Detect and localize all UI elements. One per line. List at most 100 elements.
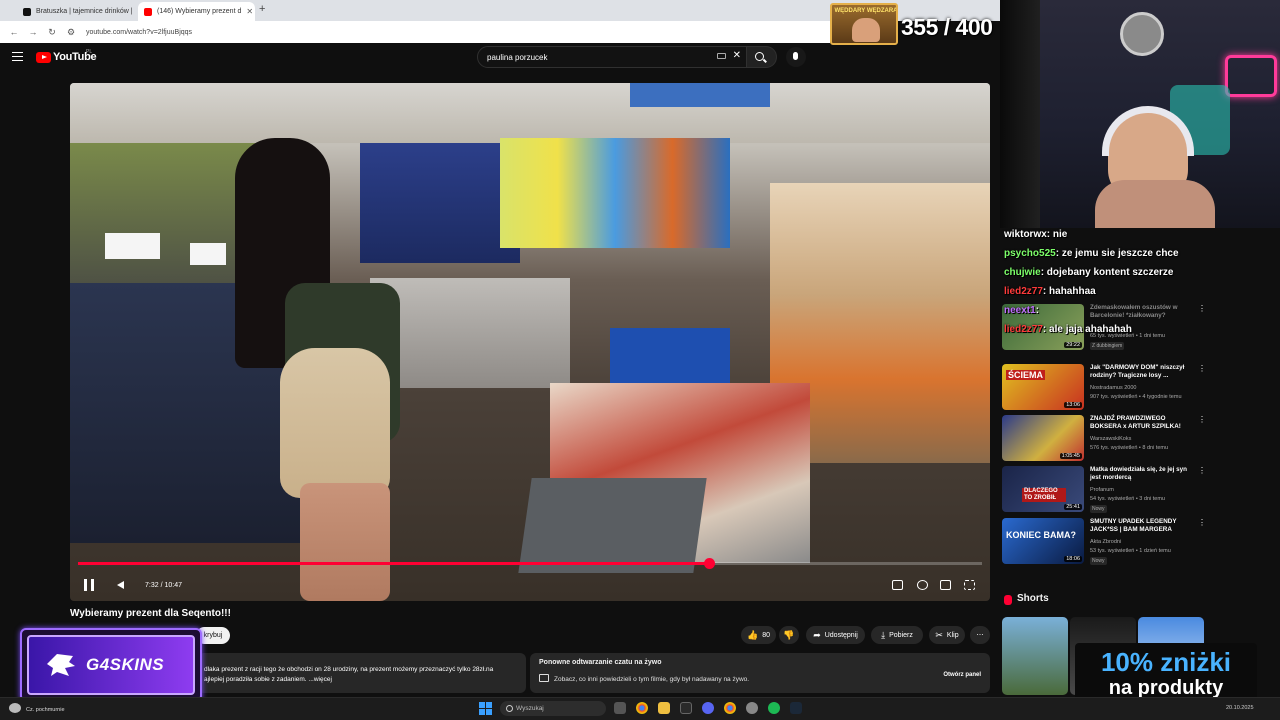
dislike-button[interactable]: 👎: [779, 626, 799, 644]
channel-name[interactable]: Nostradamus 2000: [1090, 385, 1136, 391]
settings-gear-icon[interactable]: [917, 580, 928, 590]
video-thumbnail[interactable]: ŚCIEMA 13:06: [1002, 364, 1084, 410]
video-title[interactable]: ZNAJDŹ PRAWDZIWEGO BOKSERA x ARTUR SZPIL…: [1090, 415, 1192, 431]
chat-username: lied2z77: [1004, 286, 1043, 297]
reload-icon[interactable]: ↻: [47, 27, 57, 38]
new-badge: Nowy: [1090, 505, 1107, 513]
search-input[interactable]: paulina porzucek ✕: [477, 46, 747, 68]
price-sign-24: [105, 233, 160, 259]
video-title[interactable]: Matka dowiedziała się, że jej syn jest m…: [1090, 466, 1192, 482]
more-options-icon[interactable]: ⋮: [1198, 518, 1206, 527]
pause-button[interactable]: [84, 579, 94, 591]
miniplayer-icon[interactable]: [940, 580, 951, 590]
chat-message: lied2z77: hahahhaa: [1004, 286, 1096, 297]
channel-name[interactable]: WarszawskiKoks: [1090, 436, 1131, 442]
like-button[interactable]: 👍 80: [741, 626, 776, 644]
volume-icon[interactable]: [117, 581, 124, 589]
chrome-icon[interactable]: [636, 702, 648, 714]
more-options-icon[interactable]: ⋮: [1198, 364, 1206, 373]
menu-icon[interactable]: [12, 52, 23, 61]
new-tab-button[interactable]: +: [259, 3, 265, 15]
forward-icon[interactable]: →: [28, 27, 38, 37]
download-label: Pobierz: [889, 631, 913, 639]
youtube-logo-icon[interactable]: [36, 52, 51, 63]
weather-text[interactable]: Cz. pochmurnie: [26, 707, 65, 713]
thumbs-up-icon: 👍: [746, 629, 759, 640]
short-thumbnail[interactable]: [1002, 617, 1068, 695]
video-thumbnail[interactable]: 1:05:45: [1002, 415, 1084, 461]
url-field[interactable]: youtube.com/watch?v=2lfjuuBjqqs: [86, 29, 192, 36]
recommendation-item[interactable]: 1:05:45 ZNAJDŹ PRAWDZIWEGO BOKSERA x ART…: [1002, 415, 1206, 461]
video-player[interactable]: 7:32 / 10:47: [70, 83, 990, 601]
blue-basket: [610, 328, 730, 388]
tshirts-wall: [500, 138, 730, 248]
windows-taskbar: Cz. pochmurnie Wyszukaj 20.10.2025: [0, 697, 1280, 720]
browser-tab-1[interactable]: Bratuszka | tajemnice drinków | ✕: [17, 2, 135, 21]
back-icon[interactable]: ←: [9, 27, 19, 37]
channel-name[interactable]: Profanum: [1090, 487, 1114, 493]
sponsor-name: G4SKINS: [86, 655, 165, 674]
shorts-icon: [1004, 595, 1012, 605]
chrome-profile-icon[interactable]: [724, 702, 736, 714]
video-title[interactable]: Jak "DARMOWY DOM" niszczył rodziny? Trag…: [1090, 364, 1192, 380]
captions-icon[interactable]: [892, 580, 903, 590]
recommendation-item[interactable]: KONIEC BAMA? 18:06 SMUTNY UPADEK LEGENDY…: [1002, 518, 1206, 565]
duration-badge: 18:06: [1064, 556, 1082, 562]
stream-chat-overlay: wiktorwx: nie psycho525: ze jemu sie jes…: [1000, 226, 1280, 346]
progress-bar[interactable]: [78, 558, 982, 569]
steam-icon[interactable]: [790, 702, 802, 714]
obs-icon[interactable]: [746, 702, 758, 714]
counter-emblem-face: [852, 18, 880, 42]
chat-message: wiktorwx: nie: [1004, 229, 1068, 240]
video-thumbnail[interactable]: DLACZEGO TO ZROBIŁ 25:41: [1002, 466, 1084, 512]
chat-username: lied2z77: [1004, 324, 1043, 335]
more-options-icon[interactable]: ⋮: [1198, 415, 1206, 424]
file-explorer-icon[interactable]: [658, 702, 670, 714]
terminal-icon[interactable]: [680, 702, 692, 714]
start-button[interactable]: [479, 702, 492, 715]
chat-text: ze jemu sie jeszcze chce: [1061, 248, 1179, 259]
site-info-icon[interactable]: ⚙: [66, 27, 76, 38]
download-button[interactable]: ⤓ Pobierz: [871, 626, 923, 644]
clip-button[interactable]: ✂ Klip: [929, 626, 965, 644]
open-panel-button[interactable]: Otwórz panel: [943, 672, 981, 678]
address-bar: ← → ↻ ⚙ youtube.com/watch?v=2lfjuuBjqqs: [0, 21, 830, 43]
discord-icon[interactable]: [702, 702, 714, 714]
voice-search-button[interactable]: [786, 47, 806, 67]
spotify-icon[interactable]: [768, 702, 780, 714]
task-view-icon[interactable]: [614, 702, 626, 714]
fullscreen-icon[interactable]: [964, 580, 975, 590]
chat-text: nie: [1052, 229, 1068, 240]
chat-username: psycho525: [1004, 248, 1056, 259]
share-button[interactable]: ➦ Udostępnij: [806, 626, 865, 644]
channel-name[interactable]: Akta Zbrodni: [1090, 539, 1121, 545]
grey-clothes-rack: [370, 278, 570, 388]
more-actions-button[interactable]: ⋯: [970, 626, 990, 644]
more-options-icon[interactable]: ⋮: [1198, 466, 1206, 475]
chat-bubble-icon: [539, 674, 549, 682]
description-box[interactable]: dlaka prezent z racji tego że obchodzi o…: [198, 653, 526, 693]
description-line-2: ajlepiej poradziła sobie z zadaniem. ...…: [204, 676, 332, 683]
taskbar-search[interactable]: Wyszukaj: [500, 701, 606, 716]
clear-search-icon[interactable]: ✕: [733, 50, 741, 61]
person-legs: [300, 483, 390, 601]
video-meta: 907 tys. wyświetleń • 4 tygodnie temu: [1090, 394, 1182, 400]
share-icon: ➦: [813, 629, 821, 640]
chat-message: chujwie: dojebany kontent szczerze: [1004, 267, 1174, 278]
download-icon: ⤓: [881, 629, 886, 640]
taskbar-clock[interactable]: 20.10.2025: [1226, 705, 1254, 711]
chat-message: psycho525: ze jemu sie jeszcze chce: [1004, 248, 1179, 259]
chat-replay-box: Ponowne odtwarzanie czatu na żywo Zobacz…: [530, 653, 990, 693]
progress-scrubber[interactable]: [703, 558, 715, 569]
duration-badge: 13:06: [1064, 402, 1082, 408]
keyboard-icon[interactable]: [717, 53, 726, 59]
cloud-icon[interactable]: [9, 703, 21, 713]
tab-close-icon[interactable]: ✕: [246, 7, 253, 16]
video-title[interactable]: SMUTNY UPADEK LEGENDY JACK*SS | BAM MARG…: [1090, 518, 1192, 534]
search-icon: [755, 52, 764, 61]
video-thumbnail[interactable]: KONIEC BAMA? 18:06: [1002, 518, 1084, 564]
recommendation-item[interactable]: ŚCIEMA 13:06 Jak "DARMOWY DOM" niszczył …: [1002, 364, 1206, 410]
browser-tab-2[interactable]: (146) Wybieramy prezent d ✕: [138, 2, 255, 21]
search-button[interactable]: [747, 46, 777, 68]
recommendation-item[interactable]: DLACZEGO TO ZROBIŁ 25:41 Matka dowiedzia…: [1002, 466, 1206, 513]
